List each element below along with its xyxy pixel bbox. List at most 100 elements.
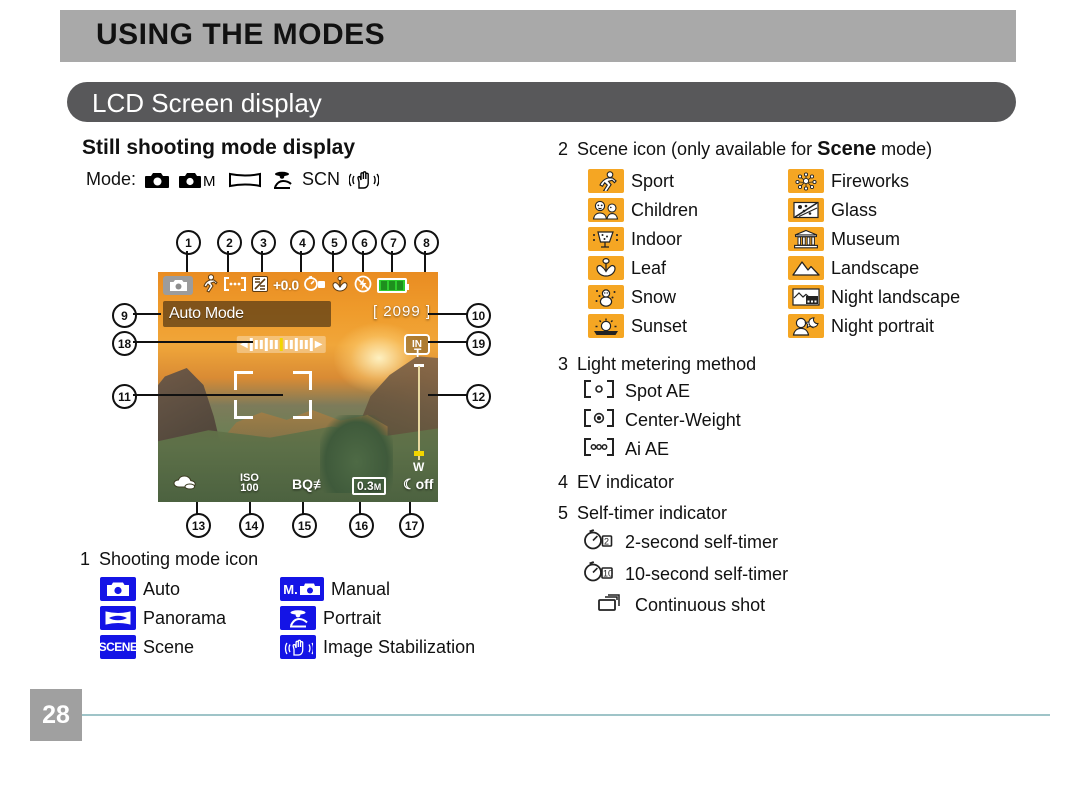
leader-5	[332, 251, 334, 272]
scene-item-indoor: Indoor	[588, 227, 788, 251]
indoor-icon	[588, 227, 624, 251]
callout-18: 18	[112, 331, 137, 356]
callout-5: 5	[322, 230, 347, 255]
ai-ae-icon	[582, 437, 616, 462]
lcd-resolution-indicator: 0.3M	[352, 477, 387, 495]
lcd-screen-illustration: +0.0 Auto Mode [ 2099 ] ◀ ▶ IN T W ISO 1…	[158, 272, 438, 502]
lcd-ev-icon	[252, 275, 268, 295]
mode-item-scene-label: Scene	[143, 636, 195, 657]
scene-item-fireworks: Fireworks	[788, 169, 960, 193]
night-portrait-icon	[788, 314, 824, 338]
metering-center-weight-label: Center-Weight	[625, 410, 741, 430]
leader-3	[261, 251, 263, 272]
callout-3: 3	[251, 230, 276, 255]
lcd-shots-remaining: [ 2099 ]	[372, 303, 431, 320]
legend-5-title-row: 5 Self-timer indicator	[556, 503, 1026, 524]
callout-1: 1	[176, 230, 201, 255]
lcd-face-detect-indicator: ☾off	[403, 476, 433, 493]
image-stabilization-icon	[349, 170, 380, 190]
lcd-screen: +0.0 Auto Mode [ 2099 ] ◀ ▶ IN T W ISO 1…	[158, 272, 438, 502]
legend-1-number: 1	[79, 549, 90, 569]
lcd-ev-indicator-bar: ◀ ▶	[236, 336, 326, 353]
lcd-iso-indicator: ISO 100	[240, 473, 259, 494]
legend-2-title-post: mode)	[876, 139, 933, 159]
mode-item-panorama-label: Panorama	[143, 607, 227, 628]
lcd-zoom-bar: T W	[413, 346, 424, 474]
metering-item-ai-ae: Ai AE	[582, 437, 1026, 462]
mode-item-portrait: Portrait	[280, 606, 475, 630]
lcd-self-timer-icon	[303, 275, 326, 295]
scene-item-fireworks-label: Fireworks	[831, 170, 910, 191]
callout-16: 16	[349, 513, 374, 538]
svg-text:10: 10	[603, 569, 613, 579]
lcd-bottom-bar: ISO 100 BQ≢ 0.3M ☾off	[158, 473, 438, 499]
ev-right-arrow-icon: ▶	[314, 338, 323, 350]
camera-manual-M-icon: M	[179, 171, 219, 189]
leader-19	[428, 341, 468, 343]
legend-1-right-col: M. Manual Portrait Image Stabilization	[280, 572, 475, 659]
glass-icon	[788, 198, 824, 222]
resolution-unit: M	[373, 482, 382, 492]
svg-text:2: 2	[604, 537, 609, 547]
scene-item-sport-label: Sport	[631, 170, 675, 191]
scene-chip-text: SCENE	[98, 640, 138, 654]
callout-14: 14	[239, 513, 264, 538]
leader-10	[428, 313, 468, 315]
subheading-still-shooting: Still shooting mode display	[82, 136, 356, 159]
scene-item-children: Children	[588, 198, 788, 222]
lcd-battery-icon	[376, 277, 409, 293]
chapter-title: USING THE MODES	[96, 18, 386, 51]
legend-4-number: 4	[557, 472, 568, 492]
panorama-icon	[100, 606, 136, 630]
scene-icon: SCENE	[98, 635, 138, 659]
scene-item-sunset: Sunset	[588, 314, 788, 338]
sport-icon	[588, 169, 624, 193]
scene-item-landscape-label: Landscape	[831, 257, 920, 278]
scene-item-sunset-label: Sunset	[631, 315, 688, 336]
metering-item-spot: Spot AE	[582, 379, 1026, 404]
metering-item-center-weight: Center-Weight	[582, 408, 1026, 433]
scene-item-night-portrait: Night portrait	[788, 314, 960, 338]
children-icon	[588, 198, 624, 222]
zoom-tele-label: T	[414, 346, 422, 360]
callout-9: 9	[112, 303, 137, 328]
panorama-icon	[228, 171, 262, 189]
scene-right-col: Fireworks Glass Museum Landscape Night l…	[788, 164, 960, 338]
legend-4-title-row: 4 EV indicator	[556, 472, 1026, 493]
scene-item-sport: Sport	[588, 169, 788, 193]
mode-item-auto-label: Auto	[143, 578, 181, 599]
self-timer-2s-icon: 2	[582, 529, 616, 556]
scene-item-museum-label: Museum	[831, 228, 901, 249]
lcd-image-quality-indicator: BQ≢	[292, 476, 327, 492]
legend-5-number: 5	[557, 503, 568, 523]
museum-icon	[788, 227, 824, 251]
mode-item-scene: SCENE Scene	[98, 635, 280, 659]
section-title: LCD Screen display	[92, 88, 322, 118]
leader-1	[186, 251, 188, 272]
lcd-ev-value: +0.0	[273, 277, 299, 293]
portrait-icon	[280, 606, 316, 630]
callout-19: 19	[466, 331, 491, 356]
callout-17: 17	[399, 513, 424, 538]
metering-spot-label: Spot AE	[625, 381, 691, 401]
scene-item-glass-label: Glass	[831, 199, 878, 220]
lcd-macro-icon	[331, 275, 349, 295]
metering-ai-ae-label: Ai AE	[625, 439, 670, 459]
night-landscape-icon	[788, 285, 824, 309]
camera-auto-icon	[100, 577, 136, 601]
callout-11: 11	[112, 384, 137, 409]
timer-item-10s: 10 10-second self-timer	[582, 561, 1026, 588]
scene-item-indoor-label: Indoor	[631, 228, 683, 249]
lcd-mode-text: Auto Mode	[163, 301, 331, 327]
legend-2-title: Scene icon (only available for Scene mod…	[577, 138, 932, 161]
legend-2-title-row: 2 Scene icon (only available for Scene m…	[556, 138, 1026, 161]
image-stabilization-icon	[280, 635, 316, 659]
leader-8	[424, 251, 426, 272]
legend-1-title: Shooting mode icon	[99, 549, 259, 569]
leader-12	[428, 394, 468, 396]
spot-ae-icon	[582, 379, 616, 404]
leader-7	[391, 251, 393, 272]
lcd-status-bar: +0.0	[158, 272, 438, 298]
right-column: 2 Scene icon (only available for Scene m…	[556, 138, 1026, 618]
callout-10: 10	[466, 303, 491, 328]
